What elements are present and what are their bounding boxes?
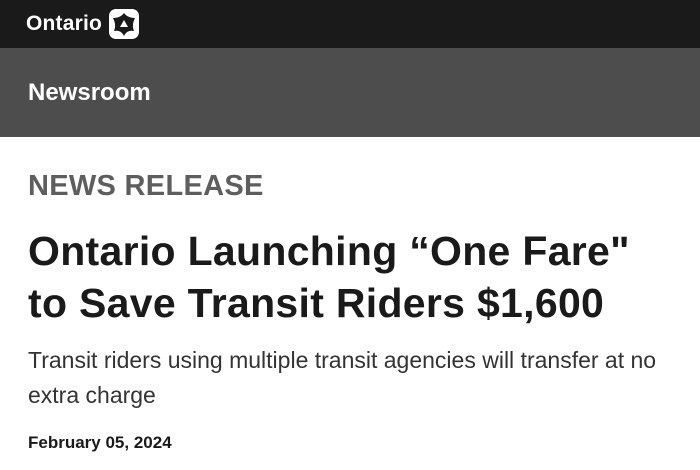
- ontario-trillium-logo-icon[interactable]: [108, 8, 140, 40]
- ontario-brand-link[interactable]: Ontario: [26, 12, 102, 36]
- news-release-label: NEWS RELEASE: [28, 170, 264, 202]
- top-header-bar: Ontario: [0, 0, 700, 48]
- newsroom-title[interactable]: Newsroom: [28, 79, 151, 107]
- article-headline: Ontario Launching “One Fare" to Save Tra…: [28, 228, 630, 326]
- article-header: NEWS RELEASE Ontario Launching “One Fare…: [28, 137, 678, 453]
- article-subheadline: Transit riders using multiple transit ag…: [28, 347, 657, 408]
- newsroom-banner: Newsroom: [0, 48, 700, 137]
- publish-date: February 05, 2024: [28, 433, 172, 452]
